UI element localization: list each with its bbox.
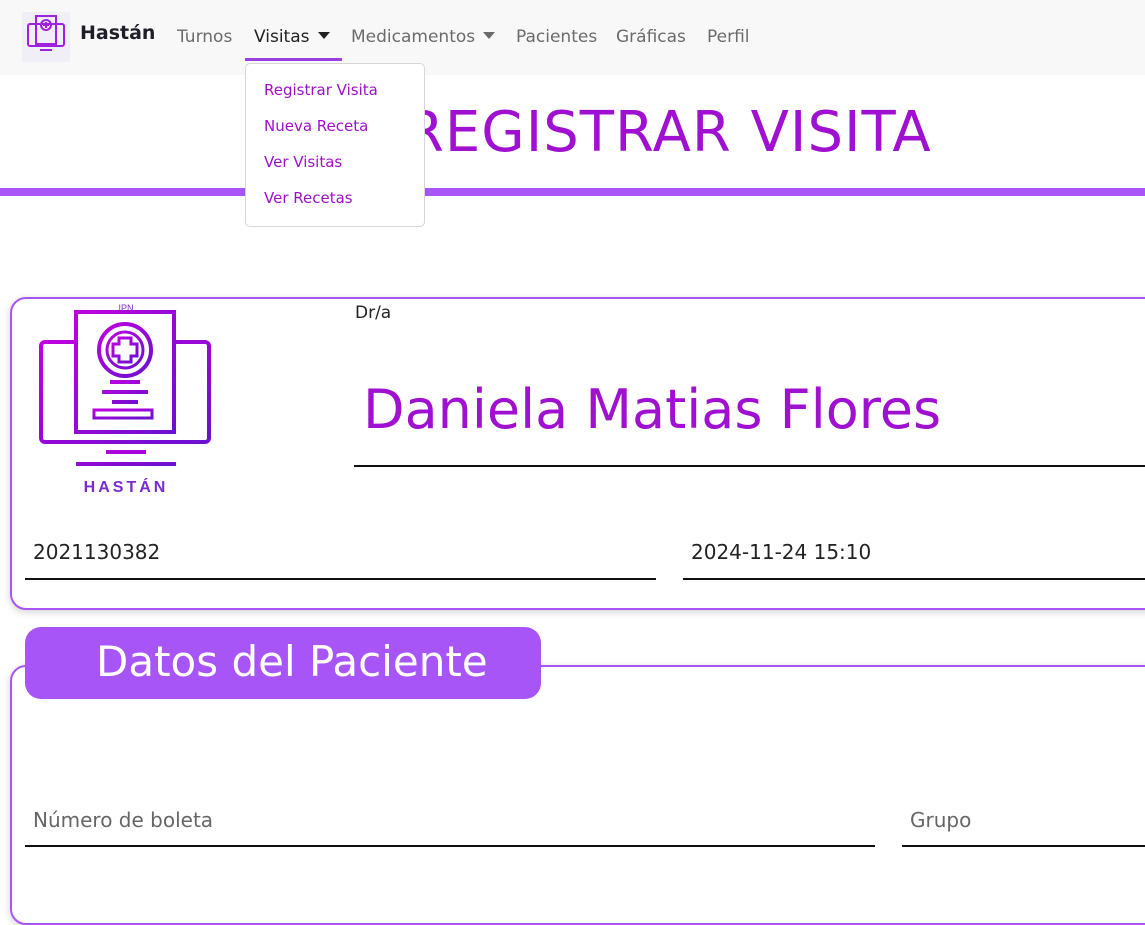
doctor-id-underline	[25, 578, 656, 580]
boleta-underline	[25, 845, 875, 847]
brand-logo[interactable]	[22, 12, 70, 62]
menu-item-nueva-receta[interactable]: Nueva Receta	[264, 117, 368, 135]
nav-visitas[interactable]: Visitas	[254, 27, 330, 47]
nav-medicamentos[interactable]: Medicamentos	[351, 27, 496, 47]
doctor-name-underline	[354, 465, 1145, 467]
grupo-underline	[902, 845, 1145, 847]
menu-item-ver-recetas[interactable]: Ver Recetas	[264, 189, 353, 207]
visitas-dropdown-menu: Registrar Visita Nueva Receta Ver Visita…	[245, 63, 425, 227]
nav-pacientes[interactable]: Pacientes	[516, 27, 597, 47]
title-divider	[0, 188, 1145, 196]
patient-card	[10, 665, 1145, 925]
visit-datetime-field[interactable]: 2024-11-24 15:10	[691, 540, 871, 564]
chevron-down-icon	[317, 32, 330, 39]
doctor-id-field[interactable]: 2021130382	[33, 540, 160, 564]
patient-section-title: Datos del Paciente	[96, 637, 488, 686]
grupo-input[interactable]: Grupo	[910, 808, 971, 832]
top-navbar: Hastán Turnos Visitas Medicamentos Pacie…	[0, 0, 1145, 75]
nav-graficas[interactable]: Gráficas	[616, 27, 686, 47]
boleta-input[interactable]: Número de boleta	[33, 808, 213, 832]
nav-turnos-label: Turnos	[177, 27, 233, 47]
nav-visitas-label: Visitas	[254, 27, 310, 47]
nav-perfil[interactable]: Perfil	[707, 27, 750, 47]
logo-hastan-text: HASTÁN	[84, 477, 169, 496]
nav-medicamentos-label: Medicamentos	[351, 27, 476, 47]
menu-item-ver-visitas[interactable]: Ver Visitas	[264, 153, 342, 171]
menu-item-registrar-visita[interactable]: Registrar Visita	[264, 81, 378, 99]
doctor-name: Daniela Matias Flores	[363, 378, 942, 441]
nav-perfil-label: Perfil	[707, 27, 750, 47]
nav-pacientes-label: Pacientes	[516, 27, 598, 47]
chevron-down-icon	[483, 32, 496, 39]
monitor-medical-icon	[27, 15, 65, 51]
doctor-prefix-label: Dr/a	[355, 303, 392, 323]
active-tab-indicator	[245, 58, 342, 61]
visit-datetime-underline	[683, 578, 1145, 580]
brand-name[interactable]: Hastán	[80, 22, 155, 44]
nav-graficas-label: Gráficas	[616, 27, 686, 47]
hastan-logo: IPN HASTÁN	[39, 303, 211, 496]
page-title: REGISTRAR VISITA	[405, 100, 932, 165]
nav-turnos[interactable]: Turnos	[177, 27, 232, 47]
